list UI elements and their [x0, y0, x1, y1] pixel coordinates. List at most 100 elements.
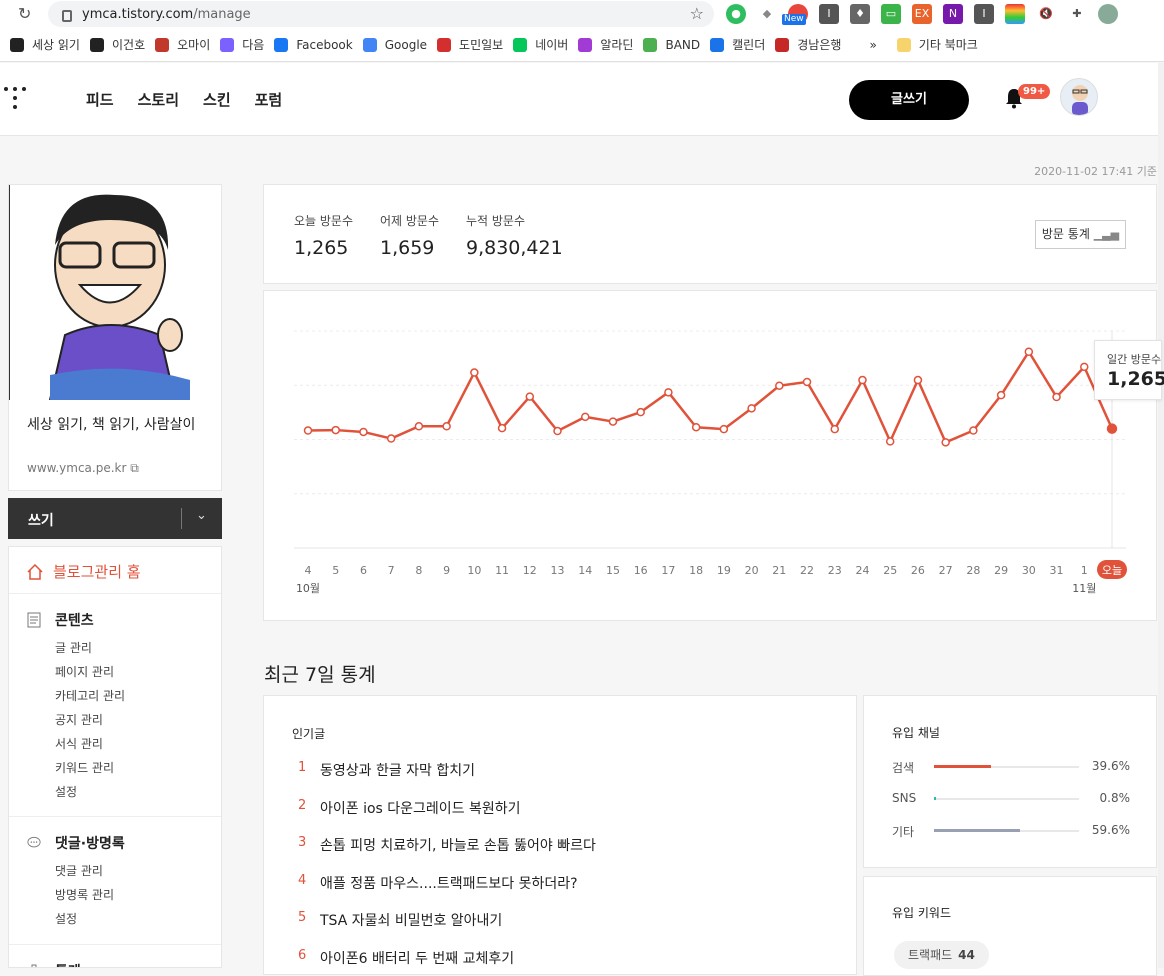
write-post-button[interactable]: 글쓰기 [849, 80, 969, 120]
popular-post-title[interactable]: 아이폰6 배터리 두 번째 교체후기 [320, 948, 514, 968]
nav-skin[interactable]: 스킨 [203, 89, 231, 110]
chart-point[interactable] [553, 426, 562, 436]
chart-point[interactable] [636, 407, 645, 417]
chart-point[interactable] [359, 427, 368, 437]
chart-point[interactable] [969, 426, 978, 435]
popular-post-title[interactable]: TSA 자물쇠 비밀번호 알아내기 [320, 910, 502, 930]
mute-icon[interactable]: 🔇 [1036, 4, 1056, 24]
chart-point[interactable] [775, 381, 784, 390]
onenote-icon[interactable]: N [943, 4, 963, 24]
address-bar[interactable]: ymca.tistory.com/manage ☆ [48, 1, 714, 27]
popular-post-title[interactable]: 애플 정품 마우스....트랙패드보다 못하더라? [320, 873, 578, 893]
page-scrollbar[interactable] [1158, 63, 1164, 968]
sidebar-item-comment-settings[interactable]: 설정 [55, 910, 77, 927]
sidebar-item-posts[interactable]: 글 관리 [55, 639, 92, 656]
bookmark-item[interactable]: 오마이 [155, 36, 210, 53]
chart-point[interactable] [442, 422, 451, 431]
ex-icon[interactable]: EX [912, 4, 932, 24]
chart-point[interactable] [941, 438, 950, 447]
popular-post-item[interactable]: 5 TSA 자물쇠 비밀번호 알아내기 [298, 910, 502, 930]
chart-point[interactable] [747, 404, 756, 413]
sidebar-section-title[interactable]: 콘텐츠 [27, 610, 94, 630]
chart-point[interactable] [691, 422, 701, 432]
nav-forum[interactable]: 포럼 [255, 89, 283, 110]
sidebar-section-title[interactable]: 통계 [27, 961, 81, 967]
chart-point[interactable] [608, 417, 618, 426]
popular-post-title[interactable]: 손톱 피멍 치료하기, 바늘로 손톱 뚫어야 빠르다 [320, 835, 596, 855]
screen-icon[interactable]: ▭ [881, 4, 901, 24]
profile-caricature[interactable] [9, 185, 221, 400]
keep-icon[interactable]: ♦ [850, 4, 870, 24]
bookmark-item[interactable]: Google [362, 37, 427, 52]
other-bookmarks-folder[interactable]: 기타 북마크 [896, 36, 978, 53]
sidebar-item-notices[interactable]: 공지 관리 [55, 711, 103, 728]
popular-post-title[interactable]: 아이폰 ios 다운그레이드 복원하기 [320, 798, 521, 818]
keyword-tag[interactable]: 트랙패드 44 [894, 941, 989, 969]
color-icon[interactable] [1005, 4, 1025, 24]
popular-post-title[interactable]: 동영상과 한글 자막 합치기 [320, 760, 475, 780]
evernote-icon[interactable]: ● [726, 4, 746, 24]
visit-stats-button[interactable]: 방문 통계 ▁▃▅ [1035, 220, 1126, 249]
bookmark-star-icon[interactable]: ☆ [690, 4, 704, 23]
nav-feed[interactable]: 피드 [86, 89, 114, 110]
bookmark-item[interactable]: 세상 읽기 [10, 36, 80, 53]
extension-i2-icon[interactable]: I [974, 4, 994, 24]
chart-point[interactable] [497, 423, 507, 433]
blog-url-link[interactable]: www.ymca.pe.kr ⧉ [27, 461, 139, 476]
nav-story[interactable]: 스토리 [138, 89, 179, 110]
extension-i-icon[interactable]: I [819, 4, 839, 24]
blog-title[interactable]: 세상 읽기, 책 읽기, 사람살이 [27, 415, 207, 435]
chart-point[interactable] [1080, 362, 1089, 372]
bookmark-item[interactable]: 도민일보 [437, 36, 503, 53]
chart-point[interactable] [331, 425, 340, 435]
bookmarks-overflow-button[interactable]: » [869, 38, 876, 52]
chart-point[interactable] [830, 424, 840, 434]
chart-point[interactable] [664, 388, 673, 397]
chart-point[interactable] [913, 375, 923, 385]
sidebar-item-comments[interactable]: 댓글 관리 [55, 862, 103, 879]
popular-post-item[interactable]: 3 손톱 피멍 치료하기, 바늘로 손톱 뚫어야 빠르다 [298, 835, 596, 855]
dropbox-icon[interactable]: ◆ [757, 4, 777, 24]
chart-point[interactable] [719, 424, 729, 434]
chart-point[interactable] [386, 434, 396, 443]
chart-point[interactable] [1052, 392, 1061, 402]
write-label[interactable]: 쓰기 [28, 510, 54, 530]
chart-point[interactable] [303, 426, 313, 435]
sidebar-item-pages[interactable]: 페이지 관리 [55, 663, 114, 680]
chart-point[interactable] [885, 437, 895, 446]
chart-point[interactable] [1106, 423, 1118, 434]
bookmark-item[interactable]: 알라딘 [578, 36, 633, 53]
sidebar-item-home[interactable]: 블로그관리 홈 [27, 561, 141, 582]
chevron-down-icon[interactable]: ⌄ [196, 508, 207, 523]
chart-point[interactable] [802, 377, 812, 387]
chart-point[interactable] [470, 368, 479, 377]
chrome-ext-icon[interactable]: New [782, 4, 808, 25]
chart-point[interactable] [414, 422, 424, 431]
bookmark-item[interactable]: 경남은행 [775, 36, 841, 53]
sidebar-item-keywords[interactable]: 키워드 관리 [55, 759, 114, 776]
popular-post-item[interactable]: 6 아이폰6 배터리 두 번째 교체후기 [298, 948, 514, 968]
bookmark-item[interactable]: Facebook [274, 37, 353, 52]
sidebar-item-guestbook[interactable]: 방명록 관리 [55, 886, 114, 903]
bookmark-item[interactable]: 다음 [220, 36, 264, 53]
bookmark-item[interactable]: 캘린더 [710, 36, 765, 53]
avatar[interactable] [1060, 78, 1098, 116]
reload-icon[interactable]: ↻ [18, 4, 38, 24]
chart-point[interactable] [996, 390, 1006, 400]
tistory-logo-icon[interactable] [4, 87, 26, 109]
puzzle-icon[interactable]: ✚ [1067, 4, 1087, 24]
popular-post-item[interactable]: 4 애플 정품 마우스....트랙패드보다 못하더라? [298, 873, 578, 893]
popular-post-item[interactable]: 1 동영상과 한글 자막 합치기 [298, 760, 475, 780]
chart-point[interactable] [858, 375, 867, 385]
popular-post-item[interactable]: 2 아이폰 ios 다운그레이드 복원하기 [298, 798, 521, 818]
chart-point[interactable] [1024, 347, 1034, 357]
sidebar-item-templates[interactable]: 서식 관리 [55, 735, 103, 752]
bookmark-item[interactable]: 네이버 [513, 36, 568, 53]
sidebar-item-categories[interactable]: 카테고리 관리 [55, 687, 125, 704]
bookmark-item[interactable]: BAND [643, 37, 700, 52]
visit-line-chart[interactable]: 4 5 6 7 8 9 10 11 12 13 14 15 16 17 18 19 20 21 22 23 24 25 26… [264, 291, 1156, 620]
profile-icon[interactable] [1098, 4, 1118, 24]
bookmark-item[interactable]: 이건호 [89, 36, 145, 53]
chart-point[interactable] [580, 412, 590, 422]
sidebar-section-title[interactable]: 댓글·방명록 [27, 833, 125, 853]
